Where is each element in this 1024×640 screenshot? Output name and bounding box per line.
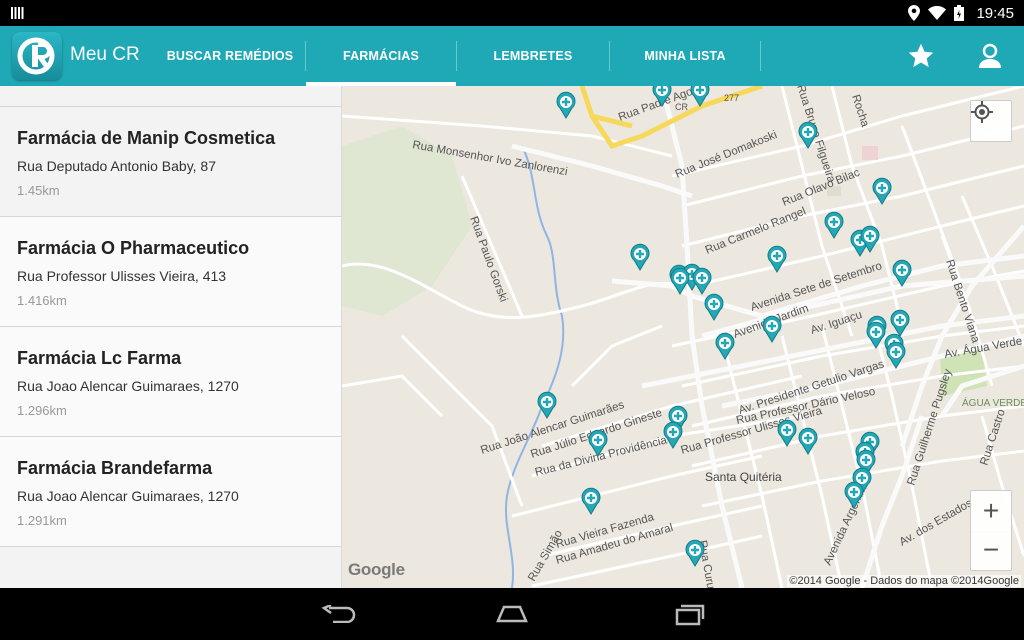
storage-icon: [11, 7, 24, 19]
list-item[interactable]: Farmácia Lc Farma Rua Joao Alencar Guima…: [0, 327, 341, 437]
pharmacy-address: Rua Professor Ulisses Vieira, 413: [17, 268, 227, 284]
crosshair-icon: [971, 101, 993, 123]
pharmacy-marker-icon[interactable]: [537, 391, 557, 419]
home-button[interactable]: [488, 598, 536, 630]
pharmacy-marker-icon[interactable]: [798, 427, 818, 455]
app-title: Meu CR: [70, 44, 140, 65]
my-location-button[interactable]: [970, 100, 1012, 142]
area-label: Santa Quitéria: [705, 470, 782, 484]
map-view[interactable]: Rua Padre Ago CR 277 Rua Monsenhor Ivo Z…: [342, 86, 1024, 588]
pharmacy-name: Farmácia Lc Farma: [17, 348, 182, 368]
home-icon: [496, 605, 528, 623]
pharmacy-distance: 1.416km: [17, 293, 67, 308]
street-label: Rua Guilherme Pugsley: [905, 367, 954, 486]
street-label: 277: [724, 93, 739, 103]
pharmacy-address: Rua Deputado Antonio Baby, 87: [17, 158, 217, 174]
map-building: [862, 146, 878, 160]
map-attribution[interactable]: ©2014 Google - Dados do mapa ©2014Google: [787, 575, 1021, 587]
street-label: Av. Iguaçu: [809, 309, 863, 337]
logo-r-icon: [17, 37, 55, 75]
pharmacy-distance: 1.296km: [17, 403, 67, 418]
clock: 19:45: [976, 4, 1014, 22]
pharmacy-marker-icon[interactable]: [630, 243, 650, 271]
pharmacy-address: Rua Joao Alencar Guimaraes, 1270: [17, 488, 239, 504]
pharmacy-distance: 1.45km: [17, 183, 60, 198]
street-label: Rocha: [849, 93, 871, 129]
list-item[interactable]: Farmácia O Pharmaceutico Rua Professor U…: [0, 217, 341, 327]
pharmacy-list: Farmácia de Manip Cosmetica Rua Deputado…: [0, 86, 342, 588]
map-canvas[interactable]: Rua Padre Ago CR 277 Rua Monsenhor Ivo Z…: [342, 86, 1024, 588]
street-label: Rua Paulo Gorski: [467, 215, 509, 304]
status-bar: 19:45: [0, 0, 1024, 26]
action-bar: Meu CR BUSCAR REMÉDIOS FARMÁCIAS LEMBRET…: [0, 26, 1024, 86]
street-label: CR: [675, 102, 688, 112]
pharmacy-marker-icon[interactable]: [762, 315, 782, 343]
favorites-star-icon[interactable]: [905, 40, 937, 72]
list-item[interactable]: Farmácia Brandefarma Rua Joao Alencar Gu…: [0, 437, 341, 547]
zoom-out-button[interactable]: −: [970, 530, 1012, 571]
pharmacy-marker-icon[interactable]: [715, 332, 735, 360]
pharmacy-marker-icon[interactable]: [704, 293, 724, 321]
back-icon: [321, 605, 356, 623]
recent-apps-button[interactable]: [663, 598, 711, 630]
pharmacy-marker-icon[interactable]: [866, 321, 886, 349]
pharmacy-marker-icon[interactable]: [824, 211, 844, 239]
pharmacy-name: Farmácia Brandefarma: [17, 458, 213, 478]
location-icon: [908, 5, 921, 21]
pharmacy-marker-icon[interactable]: [692, 267, 712, 295]
back-button[interactable]: [315, 598, 363, 630]
tab-farmacias[interactable]: FARMÁCIAS: [306, 26, 456, 86]
recent-apps-icon: [675, 604, 705, 626]
pharmacy-marker-icon[interactable]: [892, 259, 912, 287]
tab-minha-lista[interactable]: MINHA LISTA: [610, 26, 760, 86]
tab-divider: [760, 41, 761, 71]
map-river: [505, 145, 565, 588]
navigation-bar: [0, 588, 1024, 640]
app-logo[interactable]: [12, 32, 62, 80]
pharmacy-name: Farmácia de Manip Cosmetica: [17, 128, 276, 148]
pharmacy-name: Farmácia O Pharmaceutico: [17, 238, 250, 258]
pharmacy-address: Rua Joao Alencar Guimaraes, 1270: [17, 378, 239, 394]
tab-bar: BUSCAR REMÉDIOS FARMÁCIAS LEMBRETES MINH…: [155, 26, 761, 86]
tab-buscar-remedios[interactable]: BUSCAR REMÉDIOS: [155, 26, 305, 86]
list-top-divider: [0, 86, 341, 107]
pharmacy-marker-icon[interactable]: [670, 267, 690, 295]
zoom-in-button[interactable]: +: [970, 490, 1012, 532]
area-label: ÁGUA VERDE: [962, 396, 1024, 409]
google-logo: Google: [348, 560, 405, 579]
tab-lembretes[interactable]: LEMBRETES: [457, 26, 609, 86]
pharmacy-marker-icon[interactable]: [581, 487, 601, 515]
street-label: Rua Carmelo Rangel: [704, 205, 808, 256]
pharmacy-distance: 1.291km: [17, 513, 67, 528]
wifi-icon: [928, 6, 947, 20]
street-label: Av. dos Estados: [898, 497, 975, 549]
list-item[interactable]: Farmácia de Manip Cosmetica Rua Deputado…: [0, 107, 341, 217]
battery-icon: [954, 5, 965, 21]
pharmacy-marker-icon[interactable]: [556, 91, 576, 119]
profile-icon[interactable]: [974, 40, 1006, 72]
street-label: Rua Bento Viana: [943, 258, 981, 345]
